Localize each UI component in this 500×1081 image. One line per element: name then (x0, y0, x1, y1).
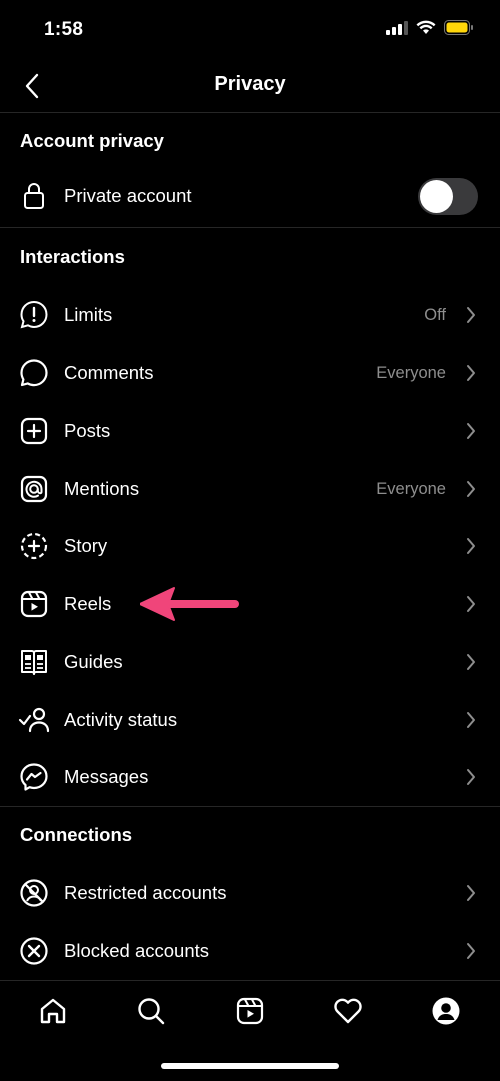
chevron-right-icon (464, 594, 478, 614)
chevron-right-icon (464, 941, 478, 961)
profile-icon (432, 997, 460, 1025)
section-header-account-privacy: Account privacy (20, 130, 164, 151)
chevron-right-icon (464, 479, 478, 499)
guides-icon (18, 646, 50, 678)
home-tab[interactable] (35, 993, 71, 1029)
at-sign-icon (18, 473, 50, 505)
comments-row[interactable]: Comments Everyone (0, 344, 500, 402)
restricted-accounts-row[interactable]: Restricted accounts (0, 864, 500, 922)
limits-value: Off (424, 305, 446, 324)
chevron-right-icon (464, 305, 478, 325)
chevron-right-icon (464, 710, 478, 730)
status-icons (386, 20, 474, 35)
story-add-icon (18, 530, 50, 562)
reels-row[interactable]: Reels (0, 575, 500, 633)
story-row[interactable]: Story (0, 517, 500, 575)
plus-square-icon (18, 415, 50, 447)
wifi-icon (416, 20, 436, 34)
private-account-label: Private account (64, 185, 192, 206)
navigation-bar: Privacy (0, 60, 500, 113)
reels-tab-icon (236, 997, 264, 1025)
page-title: Privacy (214, 73, 286, 95)
search-tab[interactable] (133, 993, 169, 1029)
reels-tab[interactable] (232, 993, 268, 1029)
mentions-value: Everyone (376, 479, 446, 498)
comments-label: Comments (64, 362, 154, 383)
restricted-accounts-label: Restricted accounts (64, 882, 227, 903)
search-icon (138, 998, 165, 1025)
blocked-accounts-label: Blocked accounts (64, 940, 210, 961)
status-bar: 1:58 (0, 0, 500, 60)
heart-icon (334, 998, 362, 1024)
limits-row[interactable]: Limits Off (0, 286, 500, 344)
mentions-row[interactable]: Mentions Everyone (0, 460, 500, 518)
chevron-right-icon (464, 536, 478, 556)
messages-row[interactable]: Messages (0, 748, 500, 806)
section-header-interactions: Interactions (20, 246, 125, 267)
posts-row[interactable]: Posts (0, 402, 500, 460)
chevron-right-icon (464, 363, 478, 383)
alert-circle-icon (18, 299, 50, 331)
activity-status-icon (18, 704, 50, 736)
status-time: 1:58 (44, 19, 84, 40)
annotation-arrow-icon (140, 587, 239, 621)
blocked-icon (18, 935, 50, 967)
activity-status-row[interactable]: Activity status (0, 691, 500, 749)
activity-tab[interactable] (330, 993, 366, 1029)
cellular-signal-icon (386, 20, 408, 35)
chevron-right-icon (464, 767, 478, 787)
reels-icon (18, 588, 50, 620)
toggle-knob (420, 180, 453, 213)
messages-label: Messages (64, 766, 149, 787)
posts-label: Posts (64, 420, 111, 441)
restricted-icon (18, 877, 50, 909)
comments-value: Everyone (376, 363, 446, 382)
chevron-right-icon (464, 883, 478, 903)
lock-icon (18, 180, 50, 212)
guides-row[interactable]: Guides (0, 633, 500, 691)
blocked-accounts-row[interactable]: Blocked accounts (0, 922, 500, 980)
divider (0, 227, 500, 228)
home-icon (40, 998, 66, 1024)
activity-status-label: Activity status (64, 709, 178, 730)
battery-icon (444, 20, 473, 35)
chevron-right-icon (464, 421, 478, 441)
reels-label: Reels (64, 593, 112, 614)
comment-icon (18, 357, 50, 389)
home-indicator (161, 1063, 339, 1069)
chevron-right-icon (464, 652, 478, 672)
mentions-label: Mentions (64, 478, 140, 499)
private-account-toggle[interactable] (418, 178, 478, 215)
messenger-icon (18, 761, 50, 793)
profile-tab[interactable] (428, 993, 464, 1029)
guides-label: Guides (64, 651, 123, 672)
limits-label: Limits (64, 304, 113, 325)
section-header-connections: Connections (20, 824, 133, 845)
story-label: Story (64, 535, 108, 556)
divider (0, 806, 500, 807)
